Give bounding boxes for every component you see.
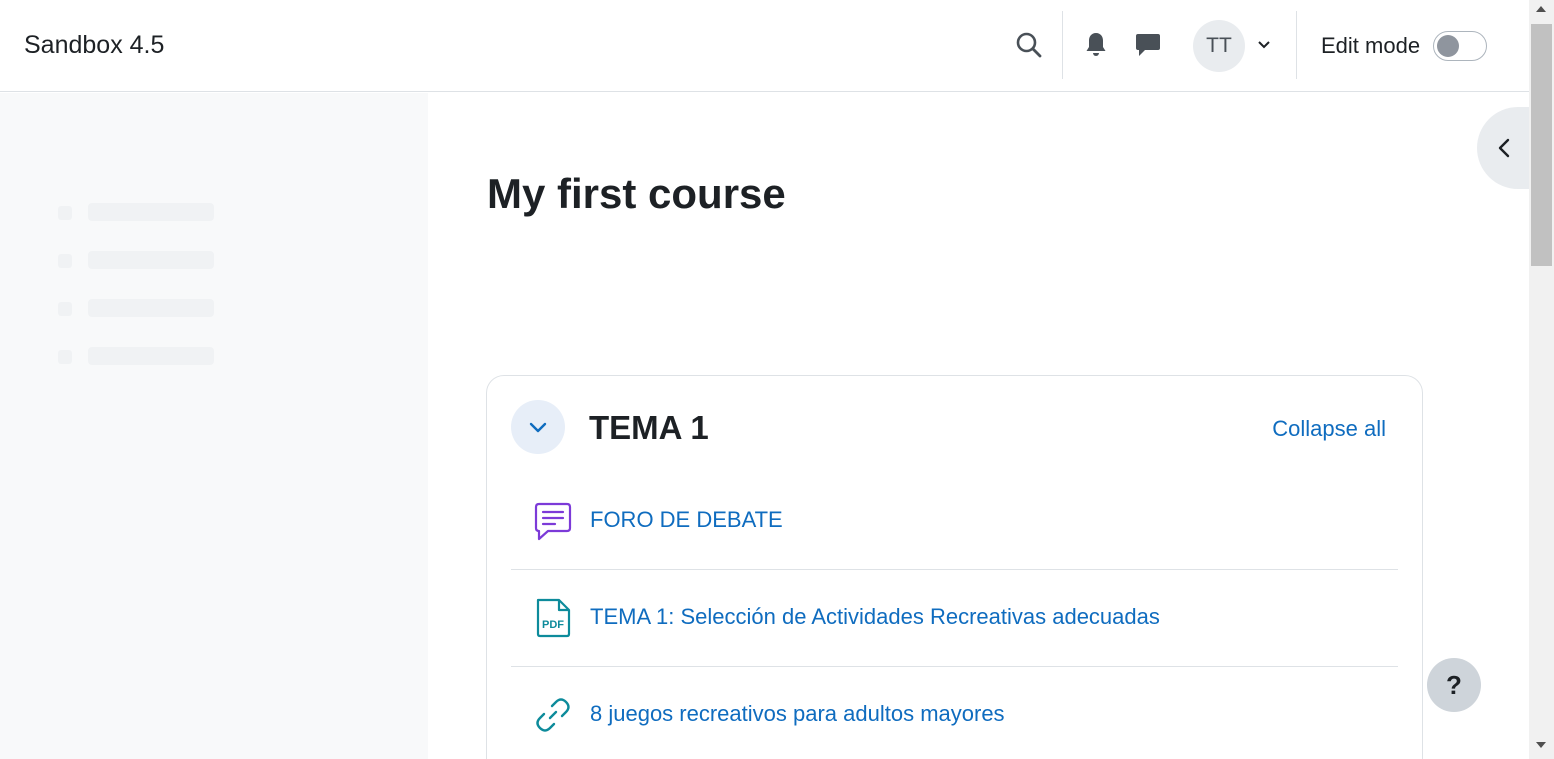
- activity-link[interactable]: FORO DE DEBATE: [590, 507, 783, 533]
- activity-item: FORO DE DEBATE: [511, 473, 1398, 570]
- course-section: TEMA 1 Collapse all FORO DE DEBATE PDF T…: [486, 375, 1423, 759]
- edit-mode-toggle[interactable]: [1433, 31, 1487, 61]
- chevron-down-icon: [529, 422, 547, 433]
- nav-divider: [1062, 11, 1063, 79]
- block-drawer-toggle[interactable]: [1477, 107, 1537, 189]
- pdf-file-icon: PDF: [536, 598, 571, 638]
- page-title: My first course: [487, 170, 786, 217]
- notification-bell-icon[interactable]: [1084, 31, 1108, 59]
- activity-link[interactable]: TEMA 1: Selección de Actividades Recreat…: [590, 604, 1160, 630]
- course-index-drawer: [0, 93, 428, 759]
- chevron-down-icon[interactable]: [1256, 37, 1272, 53]
- search-icon[interactable]: [1014, 30, 1044, 60]
- edit-mode-label: Edit mode: [1321, 33, 1421, 58]
- scroll-up-arrow[interactable]: [1536, 6, 1546, 12]
- link-icon: [536, 698, 570, 732]
- scroll-thumb[interactable]: [1531, 24, 1552, 266]
- messages-icon[interactable]: [1135, 32, 1161, 58]
- toggle-knob: [1437, 35, 1459, 57]
- activity-item: 8 juegos recreativos para adultos mayore…: [511, 667, 1398, 759]
- activity-item: PDF TEMA 1: Selección de Actividades Rec…: [511, 570, 1398, 667]
- site-name[interactable]: Sandbox 4.5: [24, 31, 164, 60]
- forum-icon: [534, 502, 572, 541]
- section-title: TEMA 1: [589, 409, 709, 446]
- collapse-all-link[interactable]: Collapse all: [1272, 416, 1386, 442]
- activity-link[interactable]: 8 juegos recreativos para adultos mayore…: [590, 701, 1005, 727]
- section-collapse-button[interactable]: [511, 400, 565, 454]
- pdf-icon-label: PDF: [542, 619, 564, 631]
- nav-divider: [1296, 11, 1297, 79]
- user-avatar[interactable]: TT: [1193, 20, 1245, 72]
- scroll-down-arrow[interactable]: [1536, 742, 1546, 748]
- page-scrollbar[interactable]: [1529, 0, 1554, 759]
- chevron-left-icon: [1498, 138, 1510, 158]
- top-navbar: Sandbox 4.5 TT Edit mode: [0, 0, 1529, 92]
- help-button[interactable]: ?: [1427, 658, 1481, 712]
